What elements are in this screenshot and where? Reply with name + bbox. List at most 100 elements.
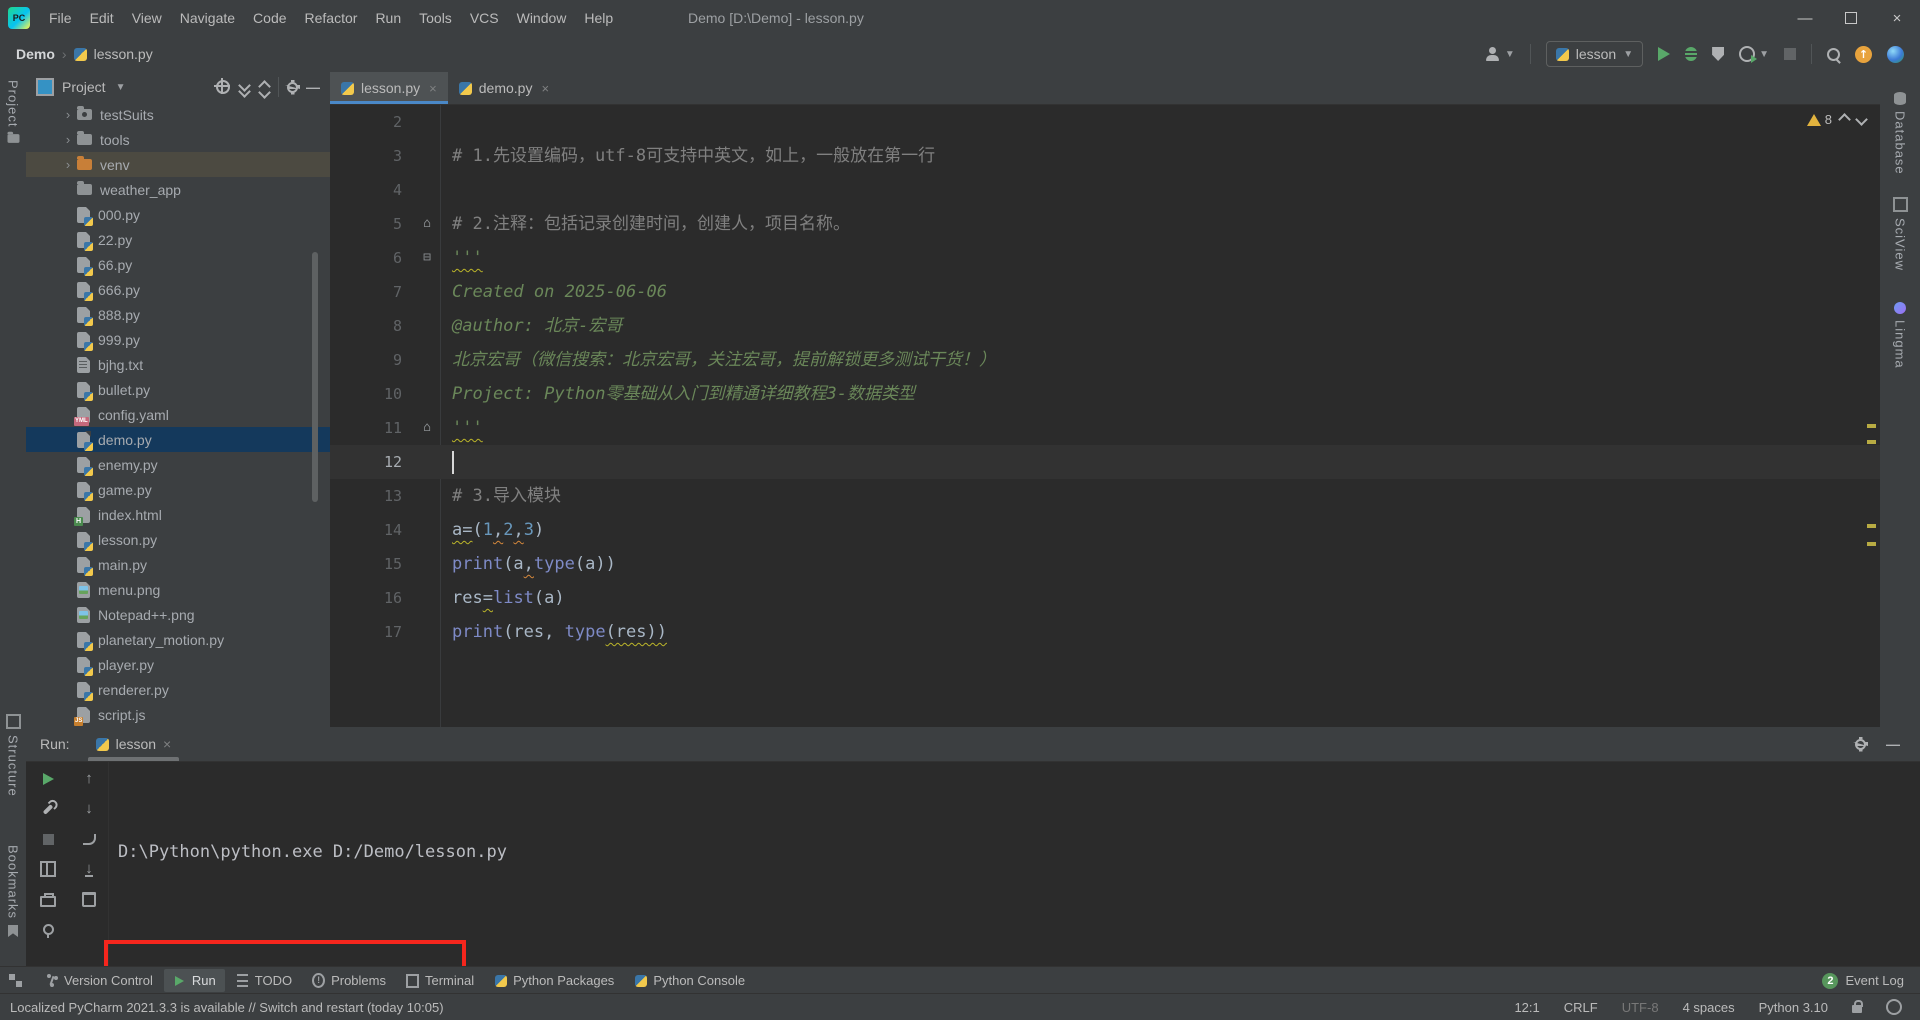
project-panel-title[interactable]: Project [62, 79, 106, 95]
menu-item-run[interactable]: Run [366, 0, 410, 36]
code-line-8[interactable]: 8 @author: 北京-宏哥 [330, 309, 1880, 343]
hide-panel-icon[interactable]: — [1886, 736, 1900, 752]
maximize-button[interactable] [1828, 0, 1874, 36]
code-line-14[interactable]: 14 a=(1,2,3) [330, 513, 1880, 547]
tool-stripe-project[interactable]: Project [0, 80, 26, 144]
down-icon[interactable]: ↓ [85, 801, 93, 817]
code-editor[interactable]: 2 3 # 1.先设置编码，utf-8可支持中英文，如上，一般放在第一行 4 5 ⌂ # 2… [330, 105, 1880, 727]
run-configuration-select[interactable]: lesson ▼ [1545, 41, 1644, 67]
code-line-5[interactable]: 5 ⌂ # 2.注释：包括记录创建时间，创建人，项目名称。 [330, 207, 1880, 241]
pin-icon[interactable] [42, 921, 54, 938]
code-line-7[interactable]: 7 Created on 2025-06-06 [330, 275, 1880, 309]
next-warning-icon[interactable] [1855, 113, 1868, 126]
menu-item-refactor[interactable]: Refactor [296, 0, 367, 36]
run-button[interactable] [1658, 47, 1671, 61]
editor-tab-demo.py[interactable]: demo.py × [448, 72, 560, 104]
scrollend-icon[interactable]: ↓ [85, 861, 93, 877]
tool-window-button-problems[interactable]: ! Problems [303, 969, 395, 992]
tree-chevron-icon[interactable]: › [59, 157, 77, 172]
tree-item-bjhg.txt[interactable]: bjhg.txt [26, 352, 330, 377]
chevron-down-icon[interactable]: ▼ [116, 82, 126, 93]
minimize-button[interactable]: — [1782, 0, 1828, 36]
tree-item-888.py[interactable]: 888.py [26, 302, 330, 327]
code-line-12[interactable]: 12 [330, 445, 1880, 479]
tree-item-main.py[interactable]: main.py [26, 552, 330, 577]
stop-button[interactable] [1784, 48, 1796, 60]
tree-item-player.py[interactable]: player.py [26, 652, 330, 677]
assistant-icon[interactable] [1887, 45, 1904, 63]
update-available-button[interactable]: ↑ [1855, 45, 1872, 63]
tree-item-config.yaml[interactable]: config.yaml [26, 402, 330, 427]
tree-chevron-icon[interactable]: › [59, 107, 77, 122]
gear-icon[interactable] [1855, 738, 1866, 750]
run-console[interactable]: D:\Python\python.exe D:/Demo/lesson.py (… [104, 767, 1920, 1020]
tree-item-index.html[interactable]: index.html [26, 502, 330, 527]
tree-item-66.py[interactable]: 66.py [26, 252, 330, 277]
code-line-16[interactable]: 16 res=list(a) [330, 581, 1880, 615]
tool-window-button-python-packages[interactable]: Python Packages [485, 969, 623, 992]
run-with-coverage-button[interactable] [1712, 47, 1725, 61]
previous-warning-icon[interactable] [1838, 113, 1851, 126]
tool-window-switcher-icon[interactable] [9, 974, 22, 987]
status-segment-crlf[interactable]: CRLF [1564, 1000, 1598, 1015]
hide-panel-icon[interactable]: — [306, 79, 320, 95]
expand-all-icon[interactable] [238, 79, 251, 98]
menu-item-code[interactable]: Code [244, 0, 295, 36]
breadcrumb-project[interactable]: Demo [16, 46, 55, 62]
tool-stripe-structure[interactable]: Structure [0, 714, 26, 797]
breadcrumb-file[interactable]: lesson.py [94, 46, 153, 62]
reader-mode-icon[interactable] [1886, 999, 1902, 1015]
tool-window-button-run[interactable]: Run [163, 969, 225, 992]
fold-marker-icon[interactable]: ⌂ [418, 207, 436, 241]
tree-item-game.py[interactable]: game.py [26, 477, 330, 502]
fold-marker-icon[interactable]: ⊟ [418, 241, 436, 275]
close-icon[interactable]: × [541, 81, 549, 96]
tree-item-lesson.py[interactable]: lesson.py [26, 527, 330, 552]
close-button[interactable]: × [1874, 0, 1920, 36]
printer-icon[interactable] [40, 891, 56, 907]
softwrap-icon[interactable] [82, 831, 96, 847]
menu-item-navigate[interactable]: Navigate [171, 0, 244, 36]
tool-stripe-bookmarks[interactable]: Bookmarks [0, 845, 26, 937]
wrench-icon[interactable] [42, 801, 54, 817]
code-line-2[interactable]: 2 [330, 105, 1880, 139]
close-icon[interactable]: × [429, 81, 437, 96]
menu-item-view[interactable]: View [123, 0, 171, 36]
stop-icon[interactable] [42, 831, 54, 847]
code-line-17[interactable]: 17 print(res, type(res)) [330, 615, 1880, 649]
status-segment-python-3-10[interactable]: Python 3.10 [1759, 1000, 1828, 1015]
editor-tab-lesson.py[interactable]: lesson.py × [330, 72, 448, 104]
tool-window-button-terminal[interactable]: Terminal [397, 969, 483, 992]
tree-item-weather_app[interactable]: weather_app [26, 177, 330, 202]
rerun-icon[interactable] [42, 771, 54, 787]
tool-window-button-version-control[interactable]: Version Control [36, 969, 162, 992]
tool-window-button-python-console[interactable]: Python Console [625, 969, 754, 992]
tree-item-testSuits[interactable]: › testSuits [26, 102, 330, 127]
menu-item-help[interactable]: Help [575, 0, 622, 36]
code-line-11[interactable]: 11 ⌂ ''' [330, 411, 1880, 445]
code-line-15[interactable]: 15 print(a,type(a)) [330, 547, 1880, 581]
tree-item-menu.png[interactable]: menu.png [26, 577, 330, 602]
code-line-13[interactable]: 13 # 3.导入模块 [330, 479, 1880, 513]
tree-item-renderer.py[interactable]: renderer.py [26, 677, 330, 702]
menu-item-file[interactable]: File [40, 0, 81, 36]
locate-file-icon[interactable] [214, 78, 230, 94]
status-message[interactable]: Localized PyCharm 2021.3.3 is available … [10, 1000, 444, 1015]
code-line-10[interactable]: 10 Project: Python零基础从入门到精通详细教程3-数据类型 [330, 377, 1880, 411]
tree-item-22.py[interactable]: 22.py [26, 227, 330, 252]
code-line-4[interactable]: 4 [330, 173, 1880, 207]
code-line-6[interactable]: 6 ⊟ ''' [330, 241, 1880, 275]
tree-item-bullet.py[interactable]: bullet.py [26, 377, 330, 402]
tool-stripe-lingma[interactable]: Lingma [1880, 302, 1920, 369]
up-icon[interactable]: ↑ [85, 771, 93, 787]
tree-item-tools[interactable]: › tools [26, 127, 330, 152]
event-log-button[interactable]: 2 Event Log [1822, 972, 1920, 989]
debug-button[interactable] [1685, 47, 1698, 61]
inspections-widget[interactable]: 8 [1806, 112, 1868, 127]
project-tree-scrollbar[interactable] [312, 252, 318, 502]
menu-item-edit[interactable]: Edit [81, 0, 123, 36]
tree-item-planetary_motion.py[interactable]: planetary_motion.py [26, 627, 330, 652]
menu-item-vcs[interactable]: VCS [461, 0, 508, 36]
code-line-3[interactable]: 3 # 1.先设置编码，utf-8可支持中英文，如上，一般放在第一行 [330, 139, 1880, 173]
layout-icon[interactable] [40, 861, 56, 877]
